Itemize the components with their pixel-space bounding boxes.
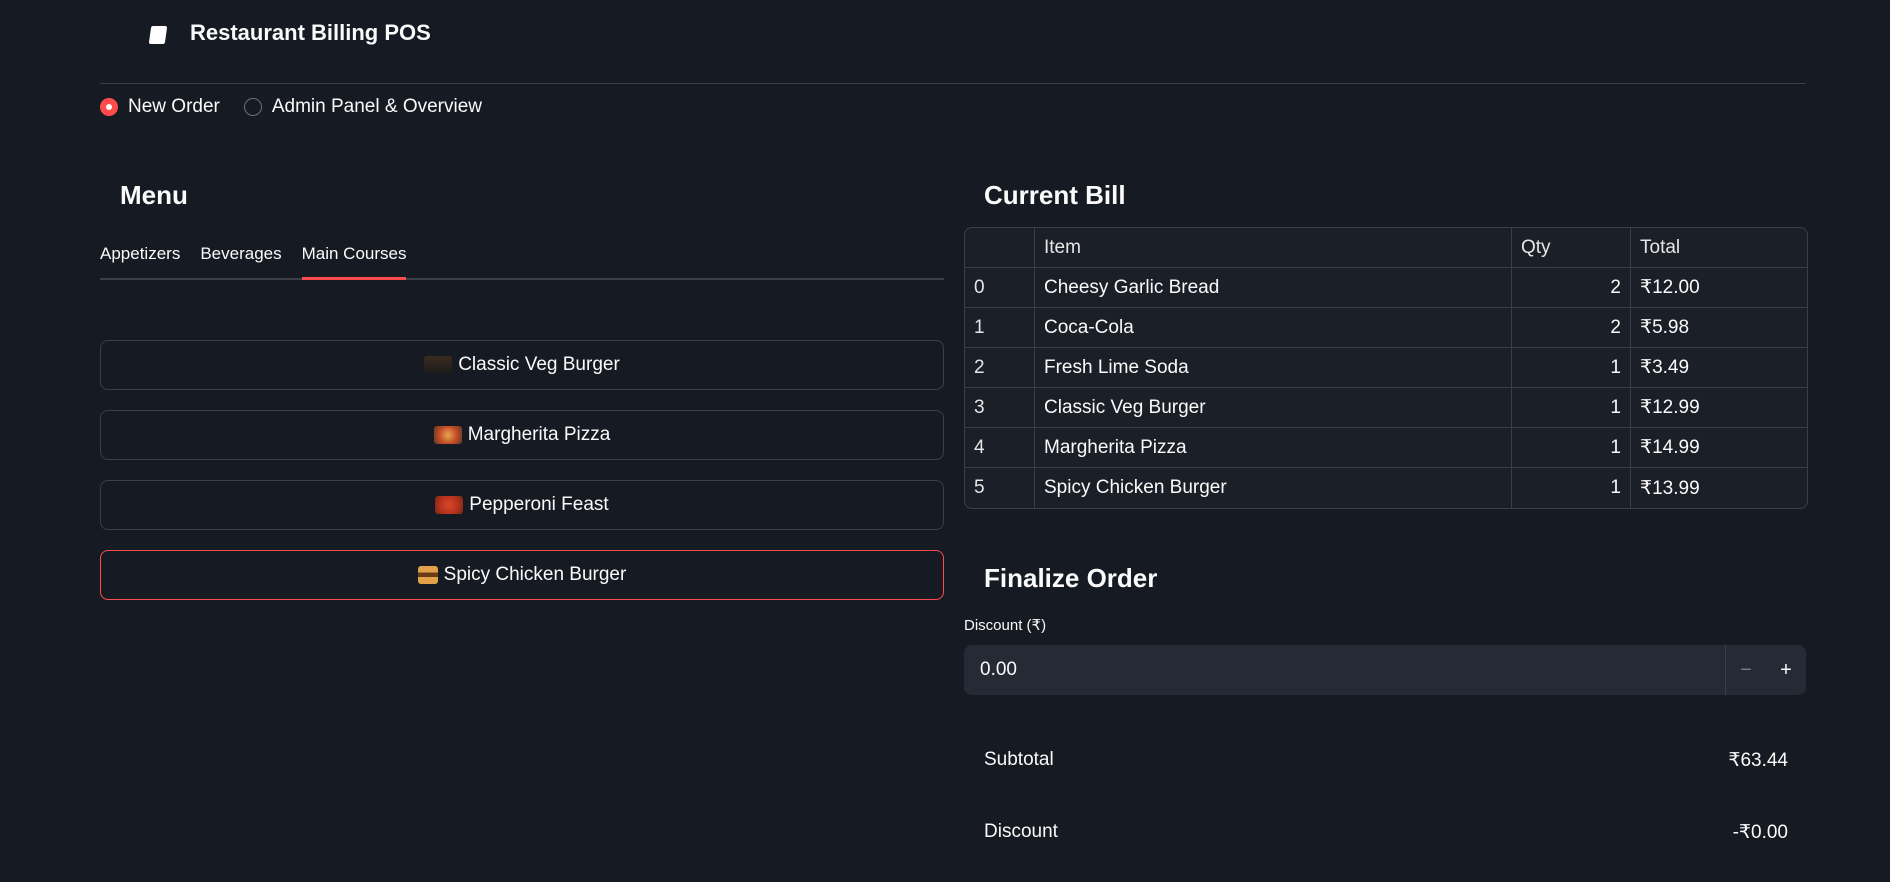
menu-item-label: Pepperoni Feast bbox=[469, 494, 609, 515]
app-title: Restaurant Billing POS bbox=[190, 20, 431, 45]
menu-item-margherita-pizza[interactable]: Margherita Pizza bbox=[100, 410, 944, 460]
row-total[interactable]: ₹12.00 bbox=[1631, 268, 1807, 307]
pizza-photo-icon bbox=[433, 426, 462, 444]
receipt-icon bbox=[148, 26, 168, 44]
subtotal-row: Subtotal ₹63.44 bbox=[984, 749, 1788, 772]
discount-summary-value: -₹0.00 bbox=[1732, 822, 1788, 843]
row-qty[interactable]: 1 bbox=[1512, 468, 1631, 508]
menu-tabs: Appetizers Beverages Main Courses bbox=[100, 238, 944, 280]
column-header-total[interactable]: Total bbox=[1631, 228, 1807, 267]
tab-main-courses[interactable]: Main Courses bbox=[301, 238, 406, 280]
finalize-title: Finalize Order bbox=[984, 563, 1158, 593]
row-item[interactable]: Coca-Cola bbox=[1035, 308, 1512, 347]
radio-admin-panel[interactable]: Admin Panel & Overview bbox=[243, 96, 483, 118]
radio-label: Admin Panel & Overview bbox=[271, 96, 483, 117]
row-qty[interactable]: 1 bbox=[1512, 348, 1631, 387]
decrement-button[interactable]: − bbox=[1725, 645, 1766, 695]
menu-item-list: Classic Veg Burger Margherita Pizza Pepp… bbox=[100, 340, 944, 620]
subtotal-label: Subtotal bbox=[984, 749, 1054, 770]
discount-stepper: − + bbox=[964, 645, 1806, 695]
table-row: 3 Classic Veg Burger 1 ₹12.99 bbox=[965, 388, 1807, 428]
menu-item-label: Spicy Chicken Burger bbox=[443, 564, 627, 585]
menu-item-label: Classic Veg Burger bbox=[458, 354, 620, 375]
row-total[interactable]: ₹3.49 bbox=[1631, 348, 1807, 387]
discount-summary-label: Discount bbox=[984, 821, 1058, 842]
row-item[interactable]: Margherita Pizza bbox=[1035, 428, 1512, 467]
row-qty[interactable]: 1 bbox=[1512, 428, 1631, 467]
column-header-index[interactable] bbox=[965, 228, 1035, 267]
tab-beverages[interactable]: Beverages bbox=[200, 238, 281, 276]
row-index: 5 bbox=[965, 468, 1035, 508]
row-qty[interactable]: 2 bbox=[1512, 268, 1631, 307]
mode-radio-group: New Order Admin Panel & Overview bbox=[100, 96, 482, 118]
row-total[interactable]: ₹5.98 bbox=[1631, 308, 1807, 347]
menu-item-pepperoni-feast[interactable]: Pepperoni Feast bbox=[100, 480, 944, 530]
row-index: 1 bbox=[965, 308, 1035, 347]
radio-checked-icon[interactable] bbox=[100, 98, 118, 116]
column-header-qty[interactable]: Qty bbox=[1512, 228, 1631, 267]
bill-table: Item Qty Total 0 Cheesy Garlic Bread 2 ₹… bbox=[964, 227, 1808, 509]
radio-unchecked-icon[interactable] bbox=[243, 98, 262, 116]
menu-item-spicy-chicken-burger[interactable]: Spicy Chicken Burger bbox=[100, 550, 944, 600]
row-index: 4 bbox=[965, 428, 1035, 467]
row-item[interactable]: Spicy Chicken Burger bbox=[1035, 468, 1512, 508]
row-qty[interactable]: 2 bbox=[1512, 308, 1631, 347]
menu-title: Menu bbox=[120, 180, 188, 210]
increment-button[interactable]: + bbox=[1766, 645, 1806, 695]
table-row: 5 Spicy Chicken Burger 1 ₹13.99 bbox=[965, 468, 1807, 508]
app-header: Restaurant Billing POS bbox=[0, 0, 1890, 84]
row-item[interactable]: Cheesy Garlic Bread bbox=[1035, 268, 1512, 307]
menu-item-label: Margherita Pizza bbox=[467, 424, 611, 445]
row-item[interactable]: Classic Veg Burger bbox=[1035, 388, 1512, 427]
radio-new-order[interactable]: New Order bbox=[100, 96, 220, 118]
row-qty[interactable]: 1 bbox=[1512, 388, 1631, 427]
row-total[interactable]: ₹14.99 bbox=[1631, 428, 1807, 467]
row-total[interactable]: ₹13.99 bbox=[1631, 468, 1807, 508]
column-header-item[interactable]: Item bbox=[1035, 228, 1512, 267]
table-row: 2 Fresh Lime Soda 1 ₹3.49 bbox=[965, 348, 1807, 388]
header-divider bbox=[100, 83, 1806, 84]
table-header-row: Item Qty Total bbox=[965, 228, 1807, 268]
row-total[interactable]: ₹12.99 bbox=[1631, 388, 1807, 427]
tab-appetizers[interactable]: Appetizers bbox=[100, 238, 180, 276]
row-index: 3 bbox=[965, 388, 1035, 427]
row-item[interactable]: Fresh Lime Soda bbox=[1035, 348, 1512, 387]
pepperoni-photo-icon bbox=[435, 496, 464, 514]
table-row: 1 Coca-Cola 2 ₹5.98 bbox=[965, 308, 1807, 348]
table-row: 0 Cheesy Garlic Bread 2 ₹12.00 bbox=[965, 268, 1807, 308]
discount-summary-row: Discount -₹0.00 bbox=[984, 821, 1788, 844]
bill-title: Current Bill bbox=[984, 180, 1126, 210]
burger-emoji-icon bbox=[417, 566, 438, 584]
row-index: 2 bbox=[965, 348, 1035, 387]
discount-field-label: Discount (₹) bbox=[964, 617, 1047, 634]
subtotal-value: ₹63.44 bbox=[1728, 750, 1788, 771]
discount-input[interactable] bbox=[964, 645, 1725, 695]
radio-label: New Order bbox=[128, 96, 220, 117]
row-index: 0 bbox=[965, 268, 1035, 307]
menu-item-classic-veg-burger[interactable]: Classic Veg Burger bbox=[100, 340, 944, 390]
burger-photo-icon bbox=[424, 356, 453, 374]
app-page: Restaurant Billing POS New Order Admin P… bbox=[0, 0, 1890, 882]
table-row: 4 Margherita Pizza 1 ₹14.99 bbox=[965, 428, 1807, 468]
